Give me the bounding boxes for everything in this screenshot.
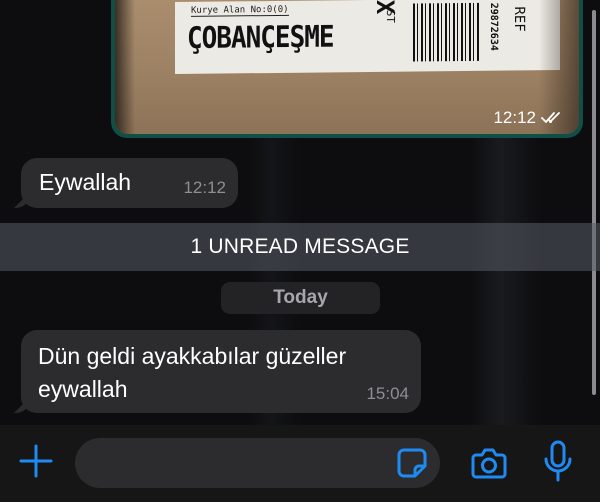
double-check-icon [541,111,565,125]
message-time: 15:04 [366,384,409,403]
date-separator: Today [221,282,380,314]
plus-icon[interactable] [18,443,54,479]
message-time: 12:12 [183,178,226,197]
camera-icon[interactable] [470,446,508,480]
message-text: Dün geldi ayakkabılar güzeller eywallah [38,343,347,402]
ref-text: REF [511,6,527,32]
barcode [413,2,479,62]
shipping-label: Kurye Alan No:0(0) ÇOBANÇEŞME X ST 29872… [175,0,560,75]
message-input[interactable] [75,438,440,488]
incoming-message-bubble[interactable]: Dün geldi ayakkabılar güzeller eywallah … [21,330,421,413]
label-location-text: ÇOBANÇEŞME [187,20,334,57]
message-photo[interactable]: Kurye Alan No:0(0) ÇOBANÇEŞME X ST 29872… [115,0,579,134]
microphone-icon[interactable] [543,440,573,484]
photo-shadow-left [115,0,135,134]
message-text: Eywallah [39,169,132,195]
sticker-icon[interactable] [395,446,429,480]
label-side-small-text: ST [384,9,397,24]
image-message-bubble[interactable]: Kurye Alan No:0(0) ÇOBANÇEŞME X ST 29872… [111,0,583,138]
scroll-indicator[interactable] [592,10,596,395]
barcode-number-text: 29872634 [488,2,499,51]
image-message-time: 12:12 [493,108,536,127]
image-message-meta: 12:12 [493,108,565,128]
unread-messages-banner: 1 UNREAD MESSAGE [0,223,600,271]
incoming-message-bubble[interactable]: Eywallah 12:12 [21,158,238,208]
label-kurye-text: Kurye Alan No:0(0) [191,4,289,17]
